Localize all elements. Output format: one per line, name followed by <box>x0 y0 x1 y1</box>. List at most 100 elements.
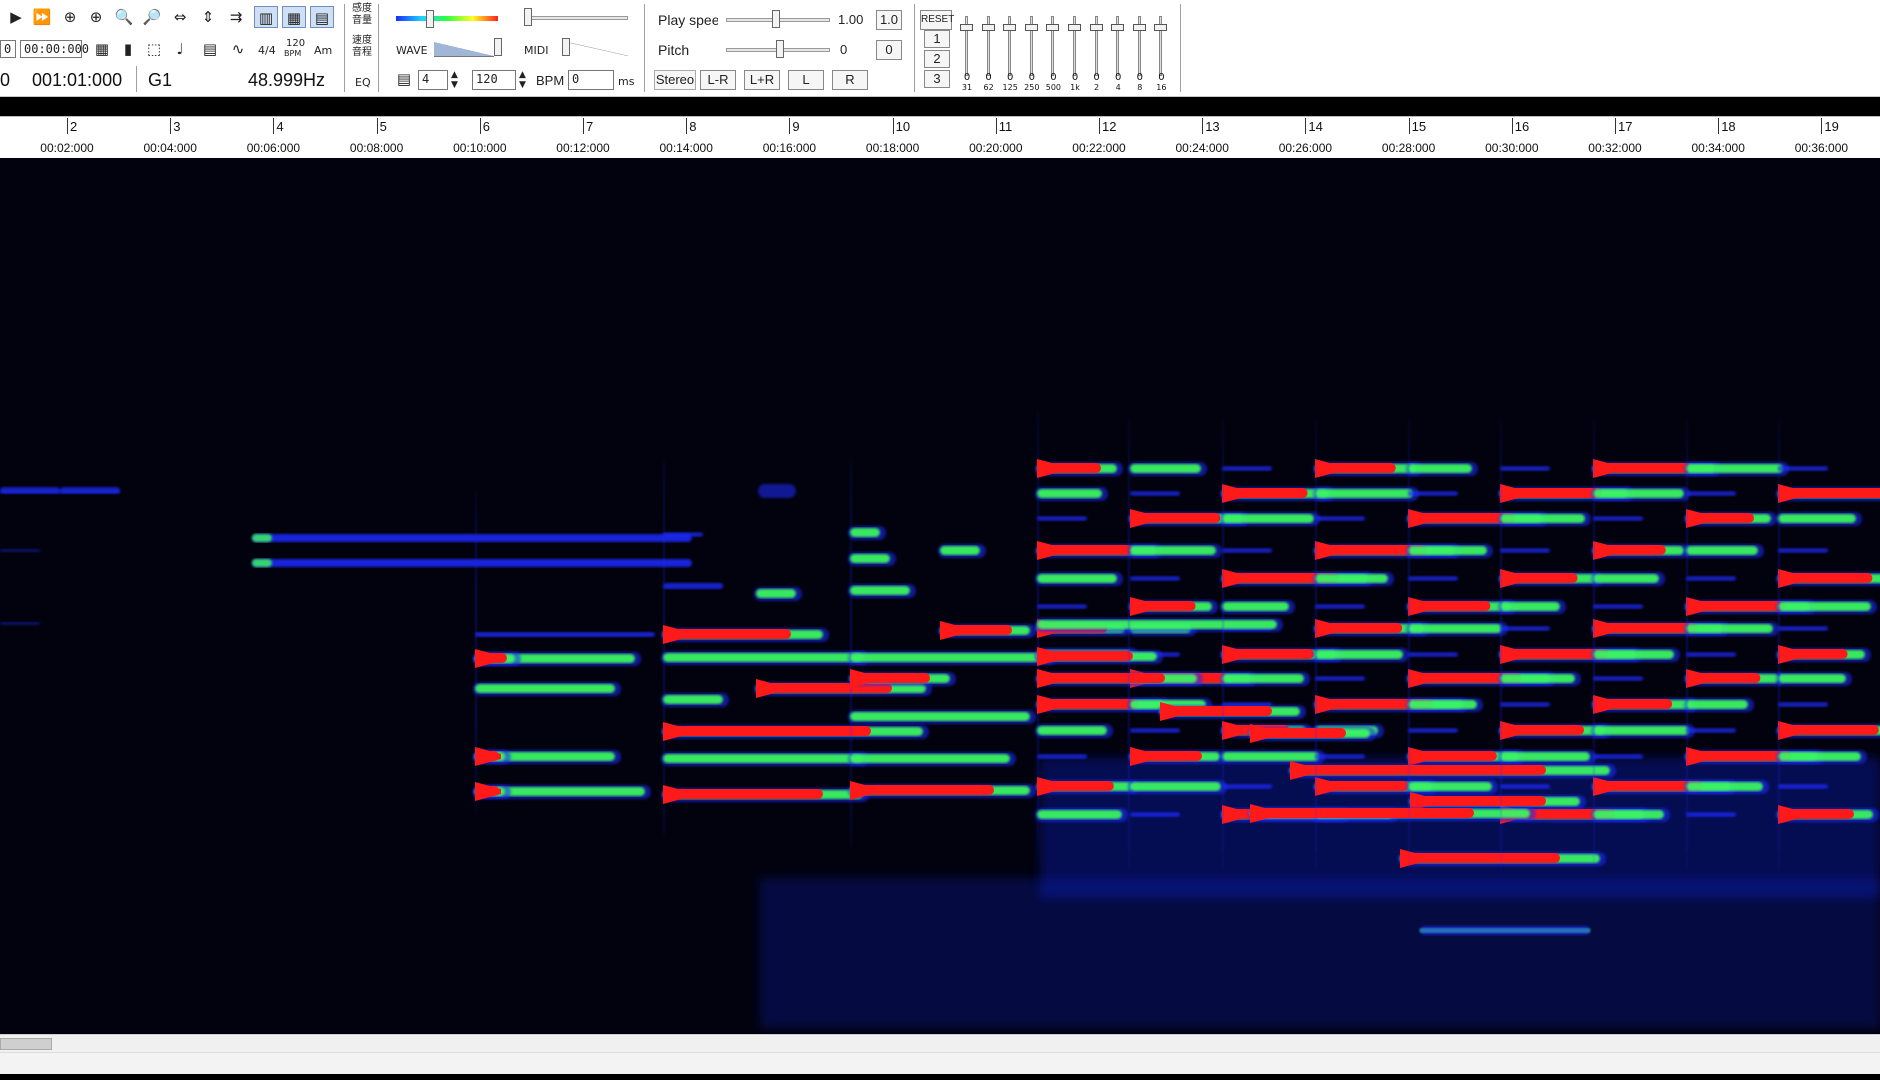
eq-band-knob[interactable] <box>1154 24 1168 31</box>
note-icon[interactable]: ♩ <box>168 38 192 60</box>
ruler-time-label: 00:24:000 <box>1175 141 1229 155</box>
bpm-icon-bottom[interactable]: BPM <box>284 49 301 58</box>
volume-slider-track[interactable] <box>528 16 628 20</box>
spectral-band <box>1500 466 1550 471</box>
horizontal-scrollbar[interactable] <box>0 1034 1880 1053</box>
channel-l-minus-r-button[interactable]: L-R <box>700 70 736 90</box>
spectral-band <box>1500 702 1550 707</box>
spectrogram-canvas[interactable] <box>0 158 1880 1034</box>
spectral-band <box>1408 652 1458 657</box>
beats-field[interactable]: 4 <box>418 70 448 90</box>
eq-band-slider[interactable]: 0 16 <box>1150 10 1172 94</box>
select-icon[interactable]: ⬚ <box>142 38 166 60</box>
spectral-band <box>1315 604 1365 609</box>
time-field-left[interactable]: 0 <box>0 40 16 58</box>
wave-slider-thumb[interactable] <box>494 38 502 56</box>
eq-reset-button[interactable]: RESET <box>920 10 954 30</box>
eq-band-slider[interactable]: 0 31 <box>956 10 978 94</box>
eq-band-slider[interactable]: 0 62 <box>978 10 1000 94</box>
fit-height-icon[interactable]: ⇔ <box>168 6 192 28</box>
view-mode-2-icon[interactable]: ▦ <box>282 6 306 28</box>
wave-volume-wedge[interactable] <box>434 42 494 57</box>
midi-volume-wedge[interactable] <box>566 42 628 56</box>
bpm-field[interactable]: 120 <box>472 70 516 90</box>
horizontal-scrollbar-thumb[interactable] <box>0 1038 52 1050</box>
eq-band-freq: 125 <box>1002 83 1018 92</box>
spectral-band <box>1500 752 1590 761</box>
channel-r-button[interactable]: R <box>832 70 868 90</box>
expand-icon[interactable]: ⇕ <box>196 6 220 28</box>
eq-band-knob[interactable] <box>1003 24 1017 31</box>
ruler-bar-number: 19 <box>1824 119 1839 134</box>
ruler-bar-number: 14 <box>1308 119 1323 134</box>
time-signature[interactable]: 4/4 <box>258 44 276 57</box>
view-mode-3-icon[interactable]: ▤ <box>310 6 334 28</box>
eq-band-slider[interactable]: 0 125 <box>999 10 1021 94</box>
view-mode-1-icon[interactable]: ▥ <box>254 6 278 28</box>
zoom-fit-icon[interactable]: ⊕ <box>58 6 82 28</box>
eq-band-slider[interactable]: 0 500 <box>1042 10 1064 94</box>
eq-preset-3-button[interactable]: 3 <box>924 70 950 88</box>
eq-band-slider[interactable]: 0 1k <box>1064 10 1086 94</box>
eq-band-knob[interactable] <box>981 24 995 31</box>
ruler-time-label: 00:04:000 <box>143 141 197 155</box>
channel-l-plus-r-button[interactable]: L+R <box>744 70 780 90</box>
eq-band-slider[interactable]: 0 250 <box>1021 10 1043 94</box>
spectrogram-view[interactable] <box>0 158 1880 1034</box>
grid-toggle-icon[interactable]: ▤ <box>392 68 416 90</box>
eq-band-slider[interactable]: 04 <box>1107 10 1129 94</box>
eq-preset-1-button[interactable]: 1 <box>924 30 950 48</box>
ruler-bar-tick <box>686 118 688 134</box>
play-speed-slider-thumb[interactable] <box>772 10 780 28</box>
time-field[interactable]: 00:00:000 <box>20 40 89 58</box>
wave-icon[interactable]: ∿ <box>226 38 250 60</box>
eq-band-slider[interactable]: 02 <box>1086 10 1108 94</box>
eq-band-knob[interactable] <box>1046 24 1060 31</box>
beats-spinner-icon[interactable]: ▲ ▼ <box>451 70 458 90</box>
ruler-bar-number: 8 <box>689 119 697 134</box>
loop-icon[interactable]: ⇉ <box>224 6 248 28</box>
spectral-band <box>850 528 880 537</box>
pitch-reset-button[interactable]: 0 <box>876 40 902 60</box>
spectral-transient <box>1315 418 1317 878</box>
keyboard-icon[interactable]: ▤ <box>198 38 222 60</box>
grid-icon[interactable]: ▦ <box>90 38 114 60</box>
pitch-slider-thumb[interactable] <box>776 40 784 58</box>
spectral-band <box>252 559 692 567</box>
midi-slider-thumb[interactable] <box>562 38 570 56</box>
eq-band-knob[interactable] <box>960 24 973 31</box>
bpm-icon-top[interactable]: 120 <box>286 38 305 49</box>
key-label[interactable]: Am <box>314 44 332 57</box>
volume-slider-thumb[interactable] <box>524 8 532 26</box>
fast-forward-icon[interactable]: ⏩ <box>30 6 54 28</box>
eq-preset-2-button[interactable]: 2 <box>924 50 950 68</box>
zoom-in-icon[interactable]: 🔍 <box>112 6 136 28</box>
spectral-band <box>850 712 1030 721</box>
bpm-spinner-icon[interactable]: ▲ ▼ <box>519 70 526 90</box>
zoom-out-icon[interactable]: 🔎 <box>140 6 164 28</box>
ruler-bar-number: 10 <box>895 119 911 134</box>
ruler-bar-tick <box>170 118 172 134</box>
spectral-band <box>0 490 120 494</box>
eq-band-knob[interactable] <box>1068 24 1081 31</box>
eq-band-knob[interactable] <box>1024 24 1038 31</box>
spectral-band <box>1593 489 1684 498</box>
spectral-band <box>1222 514 1314 523</box>
ms-field[interactable]: 0 <box>568 70 614 90</box>
zoom-in-horizontal-icon[interactable]: ⊕ <box>84 6 108 28</box>
play-speed-value: 1.00 <box>838 12 864 27</box>
play-speed-reset-button[interactable]: 1.0 <box>876 10 902 30</box>
eq-band-knob[interactable] <box>1111 24 1125 31</box>
eq-band-slider[interactable]: 08 <box>1129 10 1151 94</box>
play-icon[interactable]: ▶ <box>4 6 28 28</box>
sensitivity-slider-thumb[interactable] <box>426 10 434 28</box>
ruler-bar-tick <box>1511 118 1513 134</box>
eq-band-gain: 0 <box>1071 72 1079 83</box>
spectral-transient <box>1593 418 1595 878</box>
eq-label[interactable]: EQ <box>355 76 371 89</box>
marker-icon[interactable]: ▮ <box>116 38 140 60</box>
time-ruler[interactable]: 2 3 4 5 6 7 8 9 10 11 12 13 14 15 16 17 18 19 00:02:000 00:… <box>0 116 1880 160</box>
channel-l-button[interactable]: L <box>788 70 824 90</box>
eq-band-knob[interactable] <box>1132 24 1146 31</box>
eq-band-knob[interactable] <box>1089 24 1103 31</box>
